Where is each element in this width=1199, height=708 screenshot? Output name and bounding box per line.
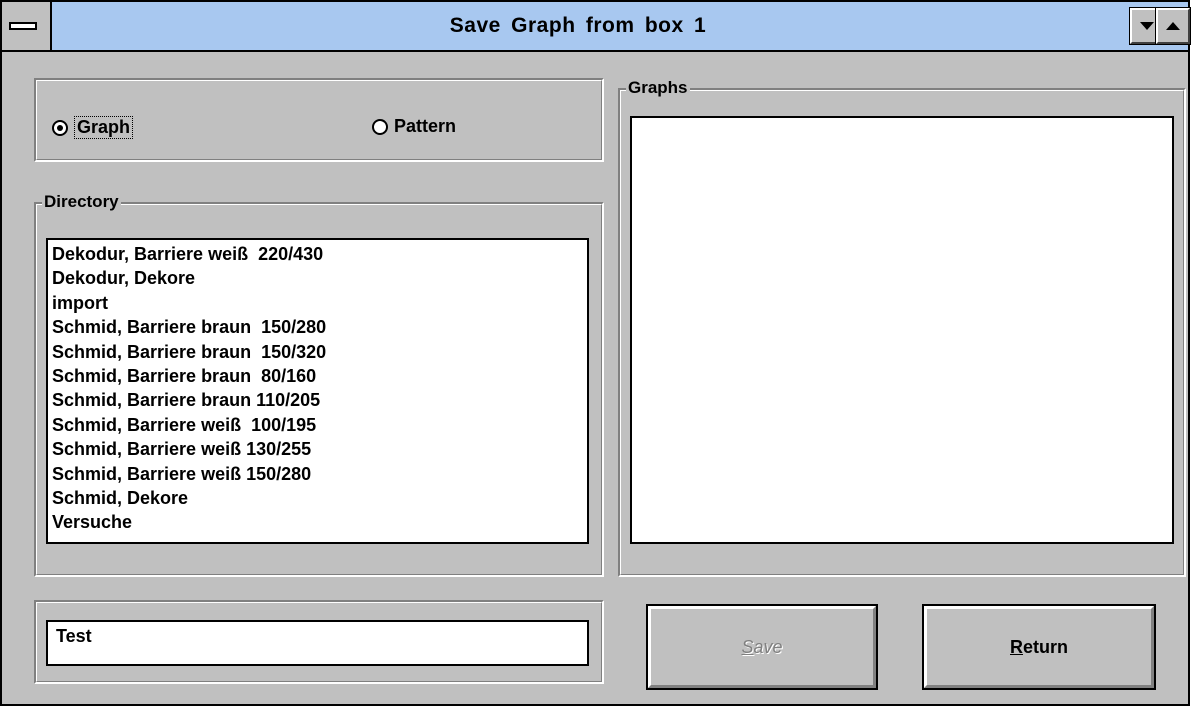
- maximize-button[interactable]: [1155, 7, 1191, 45]
- directory-list-item[interactable]: import: [52, 291, 587, 315]
- directory-list-item[interactable]: Schmid, Barriere braun 150/320: [52, 340, 587, 364]
- directory-list-item[interactable]: Schmid, Barriere weiß 130/255: [52, 437, 587, 461]
- window-title: Save Graph from box 1: [449, 14, 707, 37]
- arrow-down-icon: [1140, 22, 1154, 30]
- directory-group: Directory Dekodur, Barriere weiß 220/430…: [34, 192, 604, 577]
- directory-listbox[interactable]: Dekodur, Barriere weiß 220/430 Dekodur, D…: [46, 238, 589, 544]
- mode-group: Graph Pattern: [34, 78, 604, 162]
- directory-list-item[interactable]: Dekodur, Dekore: [52, 266, 587, 290]
- directory-list-item[interactable]: Schmid, Barriere braun 80/160: [52, 364, 587, 388]
- save-button-label: Save: [741, 636, 783, 657]
- arrow-up-icon: [1166, 22, 1180, 30]
- directory-list-item[interactable]: Schmid, Barriere weiß 150/280: [52, 462, 587, 486]
- directory-list-item[interactable]: Schmid, Dekore: [52, 486, 587, 510]
- directory-list-item[interactable]: Schmid, Barriere braun 150/280: [52, 315, 587, 339]
- directory-group-label: Directory: [42, 192, 121, 212]
- directory-list-item[interactable]: Versuche: [52, 510, 587, 534]
- directory-list-item[interactable]: Schmid, Barriere weiß 100/195: [52, 413, 587, 437]
- filename-group: Test: [34, 600, 604, 684]
- radio-pattern-indicator[interactable]: [372, 118, 388, 135]
- directory-list-item[interactable]: Dekodur, Barriere weiß 220/430: [52, 242, 587, 266]
- system-menu-icon: [9, 22, 37, 30]
- graphs-listbox[interactable]: [630, 116, 1174, 544]
- radio-pattern[interactable]: Pattern: [372, 116, 456, 137]
- system-menu-button[interactable]: [2, 2, 52, 50]
- title-bar[interactable]: Save Graph from box 1: [2, 2, 1191, 52]
- radio-pattern-label: Pattern: [394, 116, 457, 136]
- radio-graph-indicator[interactable]: [52, 119, 68, 136]
- directory-list: Dekodur, Barriere weiß 220/430 Dekodur, D…: [48, 240, 587, 535]
- filename-input[interactable]: Test: [46, 620, 589, 666]
- graphs-group-label: Graphs: [626, 78, 690, 98]
- return-button-label: Return: [1010, 636, 1068, 657]
- save-button[interactable]: Save: [646, 604, 878, 690]
- radio-graph-label: Graph: [74, 116, 134, 139]
- return-button[interactable]: Return: [922, 604, 1156, 690]
- directory-list-item[interactable]: Schmid, Barriere braun 110/205: [52, 388, 587, 412]
- graphs-group: Graphs: [618, 78, 1186, 577]
- radio-graph[interactable]: Graph: [52, 116, 134, 139]
- save-graph-dialog: Save Graph from box 1 Graph Pattern Dire…: [0, 0, 1191, 706]
